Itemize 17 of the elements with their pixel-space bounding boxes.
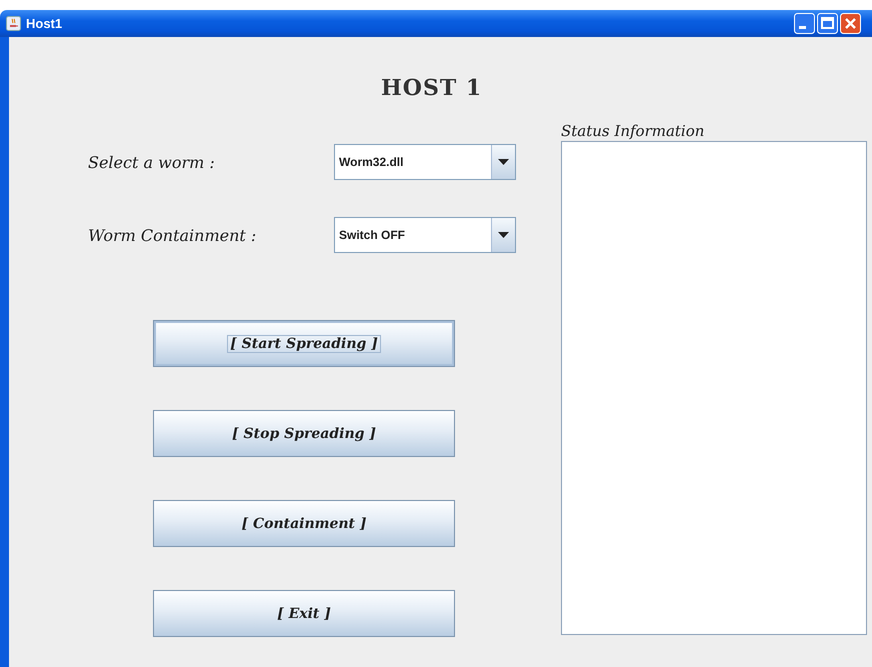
status-label: Status Information	[561, 122, 704, 140]
window-title: Host1	[26, 16, 62, 31]
caret-icon	[498, 159, 509, 165]
action-button[interactable]: [ Start Spreading ]	[153, 320, 455, 367]
caret-icon	[498, 232, 509, 238]
cup-icon	[6, 16, 21, 31]
close-icon[interactable]	[840, 13, 861, 34]
field-label: Select a worm :	[88, 152, 216, 172]
dropdown[interactable]: Worm32.dll	[334, 144, 516, 180]
minimize-icon[interactable]	[794, 13, 815, 34]
dropdown[interactable]: Switch OFF	[334, 217, 516, 253]
page-heading: HOST 1	[381, 75, 482, 101]
action-button[interactable]: [ Exit ]	[153, 590, 455, 637]
field-label: Worm Containment :	[88, 226, 258, 244]
maximize-icon[interactable]	[817, 13, 838, 34]
action-button[interactable]: [ Stop Spreading ]	[153, 410, 455, 457]
action-button[interactable]: [ Containment ]	[153, 500, 455, 547]
